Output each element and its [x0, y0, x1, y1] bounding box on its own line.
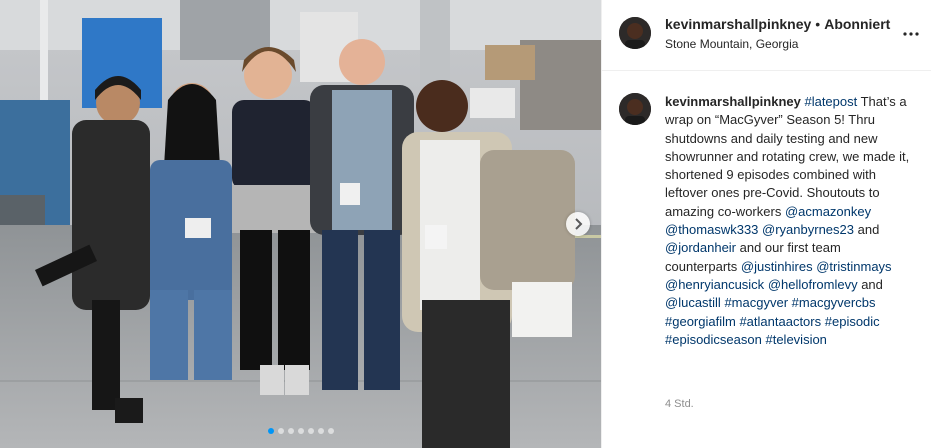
- avatar[interactable]: [619, 93, 651, 125]
- post-header: kevinmarshallpinkney • Abonniert Stone Mou…: [602, 0, 931, 71]
- mention-link[interactable]: @ryanbyrnes23: [762, 222, 854, 237]
- caption-text: and: [854, 222, 880, 238]
- hashtag-link[interactable]: #macgyver: [724, 295, 788, 310]
- more-options-button[interactable]: [901, 24, 921, 44]
- hashtag-link[interactable]: #georgiafilm: [665, 314, 736, 329]
- mention-link[interactable]: @henryiancusick: [665, 277, 764, 292]
- separator-dot: •: [815, 16, 821, 32]
- caption-text: That’s a wrap on “MacGyver” Season 5! Th…: [665, 94, 910, 219]
- caption-username[interactable]: kevinmarshallpinkney: [665, 94, 801, 109]
- mention-link[interactable]: @acmazonkey: [785, 204, 871, 219]
- author-username[interactable]: kevinmarshallpinkney: [665, 16, 811, 32]
- mention-link[interactable]: @justinhires: [741, 259, 813, 274]
- hashtag-link[interactable]: #episodic: [825, 314, 880, 329]
- chevron-right-icon: [575, 218, 583, 230]
- post-caption: kevinmarshallpinkney #latepost That’s a …: [665, 93, 915, 349]
- carousel-dot: [297, 428, 304, 434]
- post-photo[interactable]: [0, 0, 601, 448]
- hashtag-link[interactable]: #latepost: [804, 94, 857, 109]
- carousel-dot: [327, 428, 334, 434]
- mention-link[interactable]: @tristinmays: [816, 259, 891, 274]
- carousel-dot: [287, 428, 294, 434]
- caption-text: and: [857, 276, 883, 292]
- carousel-dot: [307, 428, 314, 434]
- carousel-dot: [267, 428, 274, 434]
- hashtag-link[interactable]: #macgyvercbs: [792, 295, 876, 310]
- next-photo-button[interactable]: [566, 212, 590, 236]
- group-photo: [0, 0, 601, 448]
- carousel-indicator: [0, 428, 601, 434]
- carousel-dot: [277, 428, 284, 434]
- hashtag-link[interactable]: #episodicseason: [665, 332, 762, 347]
- mention-link[interactable]: @thomaswk333: [665, 222, 758, 237]
- mention-link[interactable]: @hellofromlevy: [768, 277, 858, 292]
- carousel-dot: [317, 428, 324, 434]
- location-link[interactable]: Stone Mountain, Georgia: [665, 37, 798, 51]
- post-timestamp[interactable]: 4 Std.: [665, 398, 694, 410]
- author-avatar-image: [619, 93, 651, 125]
- header-author-line: kevinmarshallpinkney • Abonniert: [665, 16, 890, 32]
- mention-link[interactable]: @lucastill: [665, 295, 721, 310]
- mention-link[interactable]: @jordanheir: [665, 240, 736, 255]
- follow-status-button[interactable]: Abonniert: [824, 16, 890, 32]
- author-avatar-image: [619, 17, 651, 49]
- caption-body: #latepost That’s a wrap on “MacGyver” Se…: [665, 94, 909, 347]
- hashtag-link[interactable]: #television: [765, 332, 826, 347]
- post-sidebar: kevinmarshallpinkney • Abonniert Stone Mou…: [601, 0, 931, 448]
- avatar[interactable]: [619, 17, 651, 49]
- hashtag-link[interactable]: #atlantaactors: [739, 314, 821, 329]
- more-options-icon: [903, 32, 919, 36]
- instagram-post: kevinmarshallpinkney • Abonniert Stone Mou…: [0, 0, 931, 448]
